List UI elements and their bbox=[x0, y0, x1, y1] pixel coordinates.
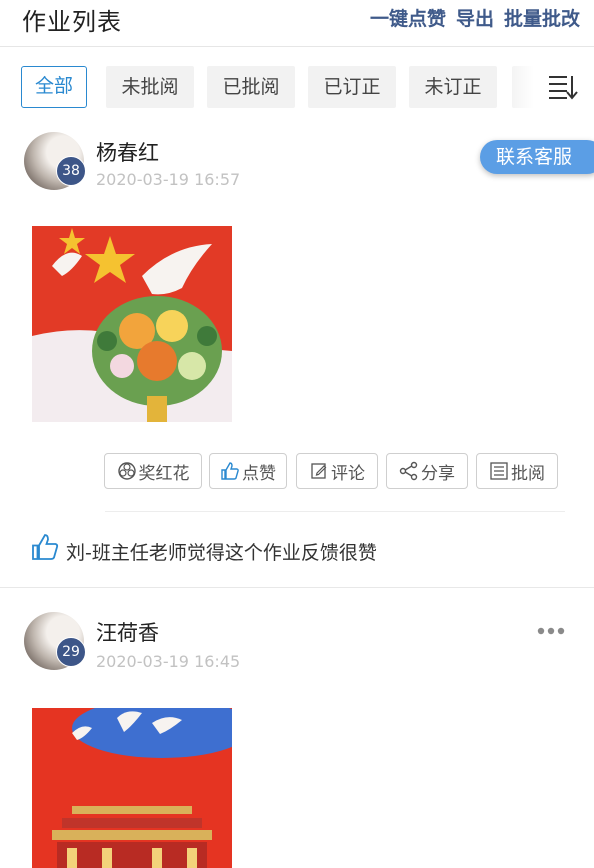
edit-icon bbox=[311, 463, 327, 479]
level-badge: 38 bbox=[56, 156, 86, 186]
author-name[interactable]: 汪荷香 bbox=[96, 617, 159, 647]
contact-service-button[interactable]: 联系客服 bbox=[480, 140, 594, 174]
tab-all[interactable]: 全部 bbox=[21, 66, 87, 108]
flower-icon bbox=[117, 462, 136, 480]
more-options-icon[interactable] bbox=[536, 626, 566, 636]
tab-unreviewed[interactable]: 未批阅 bbox=[106, 66, 194, 108]
export-button[interactable]: 导出 bbox=[456, 4, 494, 31]
tab-corrected[interactable]: 已订正 bbox=[308, 66, 396, 108]
header-actions: 一键点赞 导出 批量批改 bbox=[370, 4, 580, 31]
comment-button[interactable]: 评论 bbox=[296, 453, 378, 489]
award-flower-button[interactable]: 奖红花 bbox=[104, 453, 202, 489]
page-title: 作业列表 bbox=[22, 8, 122, 36]
tab-reviewed[interactable]: 已批阅 bbox=[207, 66, 295, 108]
like-all-button[interactable]: 一键点赞 bbox=[370, 4, 446, 31]
share-label: 分享 bbox=[421, 463, 455, 484]
homework-image-graphic bbox=[32, 226, 232, 422]
level-badge: 29 bbox=[56, 637, 86, 667]
author-name[interactable]: 杨春红 bbox=[96, 137, 159, 167]
like-button[interactable]: 点赞 bbox=[209, 453, 287, 489]
tab-uncorrected[interactable]: 未订正 bbox=[409, 66, 497, 108]
thumbs-up-icon bbox=[32, 534, 59, 560]
share-icon bbox=[399, 461, 418, 481]
page-header: 作业列表 一键点赞 导出 批量批改 bbox=[0, 0, 594, 47]
comment-label: 评论 bbox=[331, 463, 365, 484]
post-separator bbox=[0, 587, 594, 588]
post-time: 2020-03-19 16:57 bbox=[96, 170, 241, 189]
homework-image-graphic bbox=[32, 708, 232, 868]
thumbs-up-icon bbox=[221, 462, 239, 480]
share-button[interactable]: 分享 bbox=[386, 453, 468, 489]
divider bbox=[105, 511, 565, 512]
like-label: 点赞 bbox=[242, 463, 276, 484]
award-flower-label: 奖红花 bbox=[138, 463, 190, 484]
post-time: 2020-03-19 16:45 bbox=[96, 652, 241, 671]
homework-image[interactable] bbox=[32, 708, 232, 868]
filter-menu-icon[interactable] bbox=[548, 74, 578, 100]
filter-tabs: 全部 未批阅 已批阅 已订正 未订正 bbox=[0, 58, 594, 114]
like-summary-text: 刘-班主任老师觉得这个作业反馈很赞 bbox=[66, 542, 377, 564]
batch-review-button[interactable]: 批量批改 bbox=[504, 4, 580, 31]
review-button[interactable]: 批阅 bbox=[476, 453, 558, 489]
review-label: 批阅 bbox=[511, 463, 545, 484]
homework-image[interactable] bbox=[32, 226, 232, 422]
list-icon bbox=[490, 462, 508, 480]
